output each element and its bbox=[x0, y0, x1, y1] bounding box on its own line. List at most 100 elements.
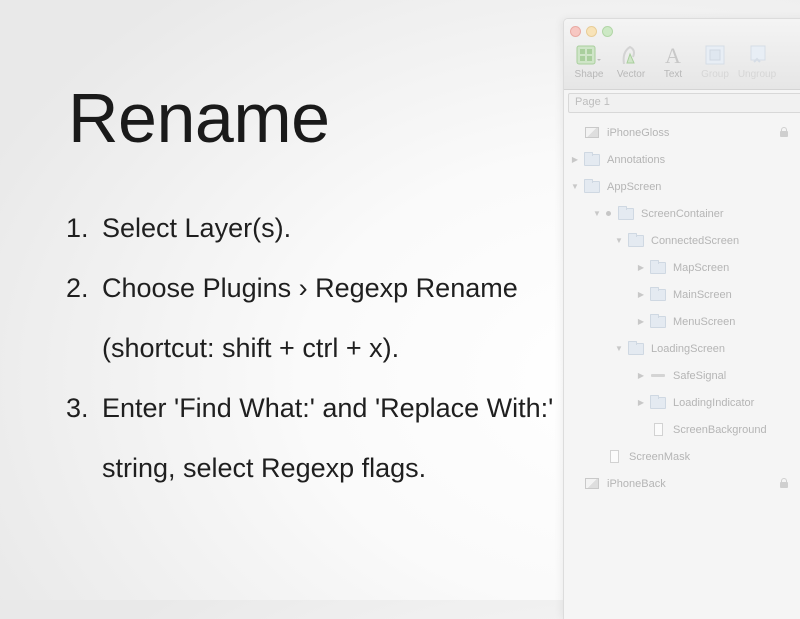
group-icon bbox=[700, 43, 730, 67]
layer-row-annotations[interactable]: ▶ Annotations bbox=[564, 146, 800, 173]
step-line: (shortcut: shift + ctrl + x). bbox=[66, 326, 553, 386]
text-icon: A bbox=[658, 43, 688, 67]
layer-name: ScreenContainer bbox=[641, 207, 724, 220]
slide-title: Rename bbox=[68, 79, 330, 157]
rectangle-icon bbox=[606, 450, 622, 463]
toolbar-vector-button[interactable]: Vector bbox=[610, 43, 652, 80]
layer-name: ScreenBackground bbox=[673, 423, 767, 436]
layer-row-screenmask[interactable]: ScreenMask bbox=[564, 443, 800, 470]
step-line: 2. Choose Plugins › Regexp Rename bbox=[66, 266, 553, 326]
folder-icon bbox=[650, 394, 666, 409]
layer-name: ScreenMask bbox=[629, 450, 691, 463]
toolbar-button-label: Vector bbox=[616, 69, 646, 80]
step-number: 3. bbox=[66, 393, 89, 423]
vector-pen-icon bbox=[616, 43, 646, 67]
folder-icon bbox=[650, 286, 666, 301]
ungroup-icon bbox=[742, 43, 772, 67]
app-window: Shape Vector A Text Group Ungroup Page 1 iPho… bbox=[563, 18, 800, 619]
layer-name: LoadingScreen bbox=[651, 342, 726, 355]
layer-row-screenbackground[interactable]: ScreenBackground bbox=[564, 416, 800, 443]
layer-name: iPhoneBack bbox=[607, 477, 666, 490]
page-selector-label: Page 1 bbox=[575, 96, 610, 108]
window-titlebar: Shape Vector A Text Group Ungroup bbox=[564, 19, 800, 90]
close-window-button[interactable] bbox=[570, 26, 581, 37]
disclosure-collapsed-icon[interactable]: ▶ bbox=[636, 263, 646, 273]
disclosure-expanded-icon[interactable]: ▼ bbox=[570, 182, 580, 192]
layer-row-mapscreen[interactable]: ▶ MapScreen bbox=[564, 254, 800, 281]
folder-icon bbox=[650, 313, 666, 328]
step-line: 1. Select Layer(s). bbox=[66, 206, 553, 266]
folder-icon bbox=[628, 232, 644, 247]
layer-row-safesignal[interactable]: ▶ SafeSignal bbox=[564, 362, 800, 389]
disclosure-expanded-icon[interactable]: ▼ bbox=[614, 236, 624, 246]
toolbar-shape-button[interactable]: Shape bbox=[568, 43, 610, 80]
bitmap-icon bbox=[584, 127, 600, 139]
layer-row-menuscreen[interactable]: ▶ MenuScreen bbox=[564, 308, 800, 335]
disclosure-expanded-icon[interactable]: ▼ bbox=[592, 209, 602, 219]
traffic-lights bbox=[570, 26, 613, 37]
layer-row-loadingscreen[interactable]: ▼ LoadingScreen bbox=[564, 335, 800, 362]
toolbar-button-label: Group bbox=[701, 69, 729, 80]
layer-row-appscreen[interactable]: ▼ AppScreen bbox=[564, 173, 800, 200]
toolbar-ungroup-button[interactable]: Ungroup bbox=[736, 43, 778, 80]
layer-name: AppScreen bbox=[607, 180, 662, 193]
rectangle-icon bbox=[650, 423, 666, 436]
disclosure-collapsed-icon[interactable]: ▶ bbox=[636, 371, 646, 381]
layer-name: SafeSignal bbox=[673, 369, 727, 382]
zoom-window-button[interactable] bbox=[602, 26, 613, 37]
shape-icon bbox=[574, 43, 604, 67]
toolbar-button-label: Shape bbox=[574, 69, 604, 80]
disclosure-collapsed-icon[interactable]: ▶ bbox=[636, 290, 646, 300]
layers-list: iPhoneGloss ▶ Annotations ▼ AppScreen ▼ Screen… bbox=[564, 119, 800, 497]
layer-name: MainScreen bbox=[673, 288, 732, 301]
step-number: 2. bbox=[66, 273, 89, 303]
layer-row-mainscreen[interactable]: ▶ MainScreen bbox=[564, 281, 800, 308]
step-text: (shortcut: shift + ctrl + x). bbox=[102, 333, 400, 363]
folder-icon bbox=[628, 340, 644, 355]
toolbar: Shape Vector A Text Group Ungroup bbox=[568, 43, 778, 80]
folder-icon bbox=[618, 205, 634, 220]
disclosure-collapsed-icon[interactable]: ▶ bbox=[636, 317, 646, 327]
disclosure-expanded-icon[interactable]: ▼ bbox=[614, 344, 624, 354]
layer-row-loadingindicator[interactable]: ▶ LoadingIndicator bbox=[564, 389, 800, 416]
bitmap-icon bbox=[584, 478, 600, 490]
toolbar-text-button[interactable]: A Text bbox=[652, 43, 694, 80]
svg-text:A: A bbox=[665, 44, 681, 66]
disclosure-collapsed-icon[interactable]: ▶ bbox=[636, 398, 646, 408]
layer-name: MapScreen bbox=[673, 261, 730, 274]
step-text: Choose Plugins › Regexp Rename bbox=[102, 273, 518, 303]
toolbar-group-button[interactable]: Group bbox=[694, 43, 736, 80]
steps-list: 1. Select Layer(s). 2. Choose Plugins › Reg… bbox=[66, 206, 553, 506]
layer-row-iphonegloss[interactable]: iPhoneGloss bbox=[564, 119, 800, 146]
folder-icon bbox=[584, 151, 600, 166]
layer-name: Annotations bbox=[607, 153, 666, 166]
layer-row-connectedscreen[interactable]: ▼ ConnectedScreen bbox=[564, 227, 800, 254]
layer-row-iphoneback[interactable]: iPhoneBack bbox=[564, 470, 800, 497]
layer-name: ConnectedScreen bbox=[651, 234, 740, 247]
layer-name: MenuScreen bbox=[673, 315, 736, 328]
line-icon bbox=[650, 370, 666, 382]
lock-icon[interactable] bbox=[780, 127, 788, 137]
step-text: Select Layer(s). bbox=[102, 213, 292, 243]
folder-icon bbox=[584, 178, 600, 193]
mask-bullet-icon bbox=[602, 211, 614, 216]
step-number: 1. bbox=[66, 213, 89, 243]
lock-icon[interactable] bbox=[780, 478, 788, 488]
disclosure-collapsed-icon[interactable]: ▶ bbox=[570, 155, 580, 165]
step-text: Enter 'Find What:' and 'Replace With:' bbox=[102, 393, 554, 423]
step-line: string, select Regexp flags. bbox=[66, 446, 553, 506]
page-selector[interactable]: Page 1 bbox=[568, 93, 800, 113]
layer-name: iPhoneGloss bbox=[607, 126, 670, 139]
layer-row-screencontainer[interactable]: ▼ ScreenContainer bbox=[564, 200, 800, 227]
layer-name: LoadingIndicator bbox=[673, 396, 755, 409]
step-line: 3. Enter 'Find What:' and 'Replace With:' bbox=[66, 386, 553, 446]
step-text: string, select Regexp flags. bbox=[102, 453, 427, 483]
folder-icon bbox=[650, 259, 666, 274]
minimize-window-button[interactable] bbox=[586, 26, 597, 37]
toolbar-button-label: Text bbox=[663, 69, 683, 80]
toolbar-button-label: Ungroup bbox=[737, 69, 777, 80]
